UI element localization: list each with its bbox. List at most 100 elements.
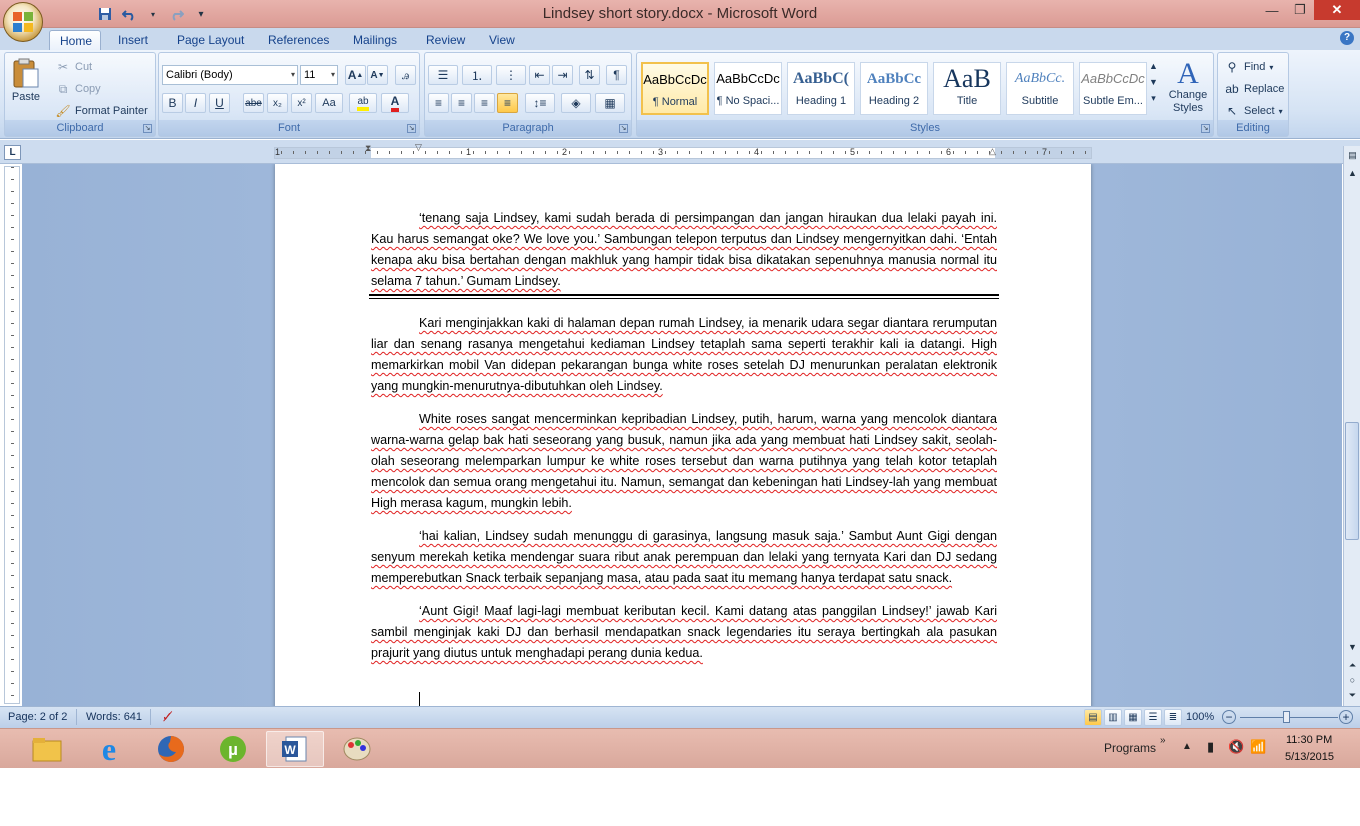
select-browse-object-icon[interactable]: ○ <box>1345 673 1360 688</box>
first-line-indent-icon[interactable]: ▽ <box>415 142 422 153</box>
office-button[interactable] <box>3 2 43 42</box>
scroll-down-icon[interactable]: ▼ <box>1149 77 1158 87</box>
style-heading-2[interactable]: AaBbCc Heading 2 <box>860 62 928 115</box>
paragraph-5[interactable]: ‘Aunt Gigi! Maaf lagi-lagi membuat kerib… <box>371 601 997 664</box>
font-color-icon[interactable]: A <box>381 93 409 113</box>
sort-icon[interactable]: ⇅ <box>579 65 600 85</box>
tab-mailings[interactable]: Mailings <box>343 30 407 50</box>
volume-muted-icon[interactable]: 🔇 <box>1228 739 1244 755</box>
styles-scroll[interactable]: ▲ ▼ ▾ <box>1149 61 1158 104</box>
vertical-scrollbar[interactable]: ▤ ▲ ▼ ⏶ ○ ⏷ <box>1343 146 1360 706</box>
numbering-icon[interactable]: ⒈ <box>462 65 492 85</box>
tab-references[interactable]: References <box>258 30 339 50</box>
print-layout-icon[interactable]: ▤ <box>1084 709 1102 726</box>
change-styles-button[interactable]: A Change Styles <box>1165 59 1211 115</box>
superscript-icon[interactable]: x² <box>291 93 312 113</box>
style-normal[interactable]: AaBbCcDc ¶ Normal <box>641 62 709 115</box>
close-icon[interactable]: ✕ <box>1314 0 1360 20</box>
full-screen-reading-icon[interactable]: ▥ <box>1104 709 1122 726</box>
network-icon[interactable]: 📶 <box>1250 739 1266 755</box>
paint-icon[interactable] <box>328 731 386 767</box>
clock-time[interactable]: 11:30 PM <box>1286 734 1332 746</box>
paragraph-1[interactable]: ‘tenang saja Lindsey, kami sudah berada … <box>371 208 997 292</box>
tab-page-layout[interactable]: Page Layout <box>167 30 254 50</box>
more-styles-icon[interactable]: ▾ <box>1151 93 1156 104</box>
underline-button[interactable]: U <box>209 93 230 113</box>
decrease-indent-icon[interactable]: ⇤ <box>529 65 550 85</box>
previous-page-icon[interactable]: ⏶ <box>1345 658 1360 673</box>
zoom-level[interactable]: 100% <box>1186 711 1214 723</box>
tab-review[interactable]: Review <box>416 30 475 50</box>
grow-font-icon[interactable]: A ▲ <box>345 65 366 85</box>
document-page[interactable]: ‘tenang saja Lindsey, kami sudah berada … <box>275 164 1091 706</box>
align-center-icon[interactable]: ≡ <box>451 93 472 113</box>
highlight-icon[interactable]: ab <box>349 93 377 113</box>
view-ruler-icon[interactable]: ▤ <box>1345 148 1360 163</box>
clipboard-launcher-icon[interactable]: ↘ <box>143 124 152 133</box>
line-spacing-icon[interactable]: ↕≡ <box>525 93 555 113</box>
proofing-icon[interactable]: ✓̸ <box>162 709 173 725</box>
strikethrough-button[interactable]: abe <box>243 93 264 113</box>
shrink-font-icon[interactable]: A ▼ <box>367 65 388 85</box>
change-case-button[interactable]: Aa <box>315 93 343 113</box>
clock-date[interactable]: 5/13/2015 <box>1285 751 1334 763</box>
borders-icon[interactable]: ▦ <box>595 93 625 113</box>
style-heading-1[interactable]: AaBbC(Heading 1 <box>787 62 855 115</box>
paragraph-launcher-icon[interactable]: ↘ <box>619 124 628 133</box>
help-icon[interactable]: ? <box>1340 31 1354 45</box>
page-count[interactable]: Page: 2 of 2 <box>8 711 67 723</box>
paste-button[interactable]: Paste <box>11 57 41 103</box>
paragraph-3[interactable]: White roses sangat mencerminkan kepribad… <box>371 409 997 514</box>
multilevel-list-icon[interactable]: ⋮ <box>496 65 526 85</box>
shading-icon[interactable]: ◈ <box>561 93 591 113</box>
align-right-icon[interactable]: ≡ <box>474 93 495 113</box>
cut-button[interactable]: ✂ Cut <box>55 59 92 75</box>
scroll-up-icon[interactable]: ▲ <box>1149 61 1158 71</box>
file-explorer-icon[interactable] <box>18 731 76 767</box>
styles-launcher-icon[interactable]: ↘ <box>1201 124 1210 133</box>
bullets-icon[interactable]: ☰ <box>428 65 458 85</box>
outline-icon[interactable]: ☰ <box>1144 709 1162 726</box>
paragraph-4[interactable]: ‘hai kalian, Lindsey sudah menunggu di g… <box>371 526 997 589</box>
zoom-slider-thumb[interactable] <box>1283 711 1290 723</box>
tab-insert[interactable]: Insert <box>108 30 158 50</box>
utorrent-icon[interactable]: µ <box>204 731 262 767</box>
italic-button[interactable]: I <box>185 93 206 113</box>
clear-formatting-icon[interactable]: ꭿ <box>395 65 416 85</box>
font-launcher-icon[interactable]: ↘ <box>407 124 416 133</box>
align-left-icon[interactable]: ≡ <box>428 93 449 113</box>
style-no-spacing[interactable]: AaBbCcDc ¶ No Spaci... <box>714 62 782 115</box>
ruler-strip[interactable]: 1 1 2 3 4 5 6 7 ⧗ ▽ △ <box>274 142 1092 159</box>
paragraph-2[interactable]: Kari menginjakkan kaki di halaman depan … <box>371 313 997 397</box>
style-subtitle[interactable]: AaBbCc. Subtitle <box>1006 62 1074 115</box>
draft-icon[interactable]: ≣ <box>1164 709 1182 726</box>
copy-button[interactable]: ⧉ Copy <box>55 81 101 97</box>
tab-home[interactable]: Home <box>49 30 101 50</box>
bold-button[interactable]: B <box>162 93 183 113</box>
font-size-field[interactable]: 11 ▾ <box>300 65 338 85</box>
document-body[interactable]: ‘tenang saja Lindsey, kami sudah berada … <box>369 208 999 676</box>
right-indent-marker-icon[interactable]: △ <box>989 146 996 157</box>
firefox-icon[interactable] <box>142 731 200 767</box>
internet-explorer-icon[interactable]: e <box>80 731 138 767</box>
find-button[interactable]: ⚲ Find ▾ <box>1224 59 1274 75</box>
style-subtle-emphasis[interactable]: AaBbCcDc Subtle Em... <box>1079 62 1147 115</box>
programs-toolbar[interactable]: Programs <box>1104 741 1156 755</box>
word-icon[interactable]: W <box>266 731 324 767</box>
scroll-thumb[interactable] <box>1345 422 1359 540</box>
increase-indent-icon[interactable]: ⇥ <box>552 65 573 85</box>
next-page-icon[interactable]: ⏷ <box>1345 688 1360 703</box>
subscript-icon[interactable]: x₂ <box>267 93 288 113</box>
replace-button[interactable]: ab Replace <box>1224 81 1284 97</box>
style-title[interactable]: AaB Title <box>933 62 1001 115</box>
show-hidden-icons-icon[interactable]: ▲ <box>1182 741 1192 752</box>
minimize-icon[interactable]: — <box>1258 0 1286 20</box>
battery-icon[interactable]: ▮ <box>1207 739 1214 755</box>
scroll-down-icon[interactable]: ▼ <box>1345 640 1360 655</box>
font-name-field[interactable]: Calibri (Body) ▾ <box>162 65 298 85</box>
word-count[interactable]: Words: 641 <box>86 711 142 723</box>
restore-icon[interactable]: ❐ <box>1286 0 1314 20</box>
toolbar-expand-icon[interactable]: » <box>1160 735 1166 746</box>
tab-view[interactable]: View <box>479 30 525 50</box>
tab-selector-icon[interactable]: L <box>4 145 21 160</box>
